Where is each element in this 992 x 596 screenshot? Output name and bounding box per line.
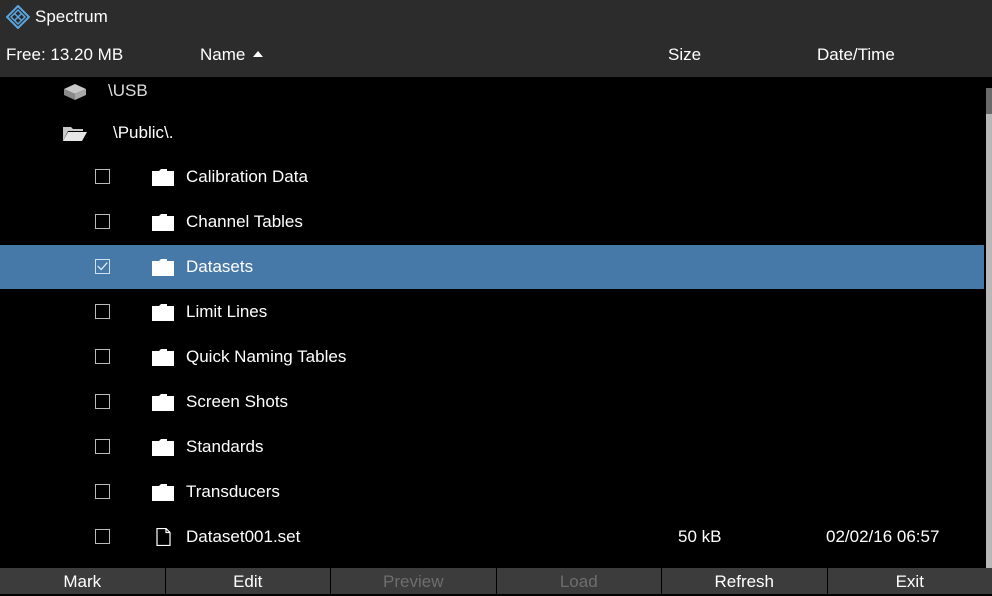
mark-checkbox[interactable] (95, 529, 110, 544)
file-row[interactable]: Channel Tables (0, 200, 984, 244)
scrollbar-thumb[interactable] (986, 114, 992, 574)
rohde-schwarz-logo-icon (6, 5, 30, 29)
folder-icon (152, 393, 174, 411)
softkey-bar: MarkEditPreviewLoadRefreshExit (0, 568, 992, 594)
softkey-mark-button[interactable]: Mark (0, 568, 166, 594)
sort-ascending-icon (253, 51, 263, 57)
file-name: Dataset001.set (186, 515, 300, 558)
mark-checkbox[interactable] (95, 169, 110, 184)
mark-checkbox[interactable] (95, 304, 110, 319)
file-name: Transducers (186, 470, 280, 514)
size-column-header[interactable]: Size (668, 33, 701, 77)
mark-checkbox[interactable] (95, 349, 110, 364)
file-row[interactable]: Screen Shots (0, 380, 984, 424)
mark-checkbox[interactable] (95, 439, 110, 454)
title-bar: Spectrum (0, 0, 992, 33)
file-row[interactable]: Dataset001.set 50 kB 02/02/16 06:57 (0, 515, 984, 558)
folder-icon (152, 213, 174, 231)
file-name: Quick Naming Tables (186, 335, 346, 379)
free-space-label: Free: 13.20 MB (6, 33, 123, 77)
mark-checkbox[interactable] (95, 394, 110, 409)
file-icon (152, 528, 174, 546)
file-name: Calibration Data (186, 155, 308, 199)
tree-public-folder[interactable]: \Public\. (0, 111, 984, 155)
date-column-header[interactable]: Date/Time (817, 33, 895, 77)
file-name: Datasets (186, 245, 253, 289)
softkey-edit-button[interactable]: Edit (166, 568, 332, 594)
tree-drive-usb[interactable]: \USB (0, 77, 984, 113)
file-size: 50 kB (678, 515, 721, 558)
file-row[interactable]: Quick Naming Tables (0, 335, 984, 379)
file-row[interactable]: Datasets (0, 245, 984, 289)
softkey-refresh-button[interactable]: Refresh (662, 568, 828, 594)
file-name: Channel Tables (186, 200, 303, 244)
open-folder-icon (62, 124, 88, 142)
file-name: Screen Shots (186, 380, 288, 424)
file-row[interactable]: Standards (0, 425, 984, 469)
tree-drive-label: \USB (108, 77, 148, 113)
mark-checkbox[interactable] (95, 259, 110, 274)
file-list-header: Free: 13.20 MB Name Size Date/Time (0, 33, 992, 77)
folder-icon (152, 483, 174, 501)
folder-icon (152, 438, 174, 456)
folder-icon (152, 168, 174, 186)
folder-icon (152, 303, 174, 321)
vertical-scrollbar[interactable] (986, 88, 992, 578)
file-date: 02/02/16 06:57 (826, 515, 939, 558)
usb-drive-icon (62, 81, 88, 101)
app-title: Spectrum (35, 7, 108, 27)
file-row[interactable]: Transducers (0, 470, 984, 514)
file-row[interactable]: Calibration Data (0, 155, 984, 199)
file-name: Limit Lines (186, 290, 267, 334)
softkey-exit-button[interactable]: Exit (828, 568, 992, 594)
name-column-header[interactable]: Name (200, 33, 263, 77)
folder-icon (152, 348, 174, 366)
softkey-load-button[interactable]: Load (497, 568, 663, 594)
mark-checkbox[interactable] (95, 484, 110, 499)
softkey-preview-button[interactable]: Preview (331, 568, 497, 594)
file-name: Standards (186, 425, 264, 469)
file-list: \USB \Public\. Calibration DataChannel T… (0, 77, 992, 558)
tree-public-label: \Public\. (113, 111, 173, 155)
mark-checkbox[interactable] (95, 214, 110, 229)
file-row[interactable]: Limit Lines (0, 290, 984, 334)
folder-icon (152, 258, 174, 276)
